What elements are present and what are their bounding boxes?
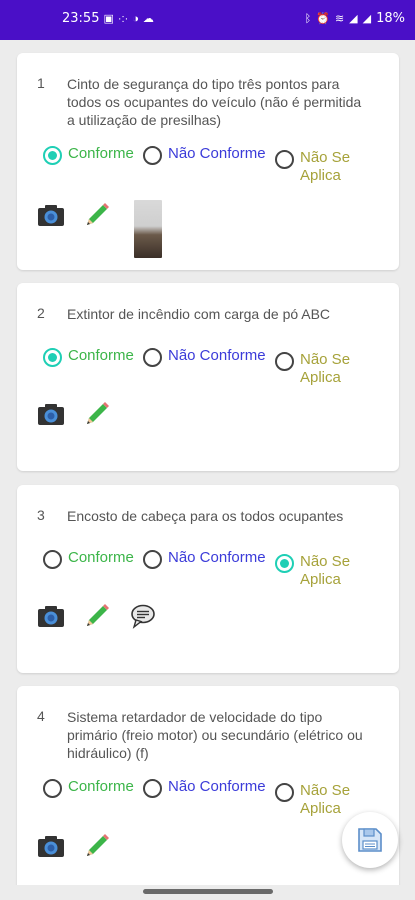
- cloud-icon: ☁: [142, 13, 154, 25]
- status-bar-right: ᛒ ⏰ ≋ ◢ ◢ 18%: [305, 12, 405, 26]
- option-label: Não Conforme: [168, 778, 266, 795]
- option-label: Conforme: [68, 145, 134, 162]
- option-label: Não Se Aplica: [300, 149, 351, 184]
- signal-icon: ◢: [349, 13, 358, 25]
- radio-nao-se-aplica[interactable]: [275, 352, 294, 371]
- option-nao-se-aplica[interactable]: Não Se Aplica: [275, 782, 360, 818]
- pencil-icon[interactable]: [83, 201, 111, 229]
- pencil-icon[interactable]: [83, 400, 111, 428]
- radio-conforme[interactable]: [43, 550, 62, 569]
- option-nao-conforme[interactable]: Não Conforme: [143, 549, 266, 569]
- comment-icon[interactable]: [129, 602, 157, 630]
- checklist[interactable]: 1 Cinto de segurança do tipo três pontos…: [0, 40, 415, 885]
- checklist-item: 3 Encosto de cabeça para os todos ocupan…: [17, 485, 399, 673]
- item-number: 2: [37, 305, 45, 321]
- pencil-icon[interactable]: [83, 832, 111, 860]
- radio-nao-conforme[interactable]: [143, 348, 162, 367]
- option-label: Não Se Aplica: [300, 782, 351, 817]
- bluetooth-icon: ᛒ: [304, 13, 312, 25]
- option-conforme[interactable]: Conforme: [43, 145, 134, 165]
- navigation-bar: [0, 885, 415, 900]
- radio-nao-se-aplica[interactable]: [275, 783, 294, 802]
- radio-nao-conforme[interactable]: [143, 146, 162, 165]
- camera-icon[interactable]: [37, 201, 65, 229]
- answer-options: Conforme Não Conforme Não Se Aplica: [43, 778, 383, 818]
- option-label: Conforme: [68, 347, 134, 364]
- alarm-icon: ⏰: [316, 13, 330, 25]
- checklist-item: 2 Extintor de incêndio com carga de pó A…: [17, 283, 399, 471]
- status-bar: 23:55 ▣ ·:· ◑ ☁ ᛒ ⏰ ≋ ◢ ◢ 18%: [0, 0, 415, 40]
- option-conforme[interactable]: Conforme: [43, 778, 134, 798]
- checklist-item: 4 Sistema retardador de velocidade do ti…: [17, 686, 399, 885]
- option-nao-se-aplica[interactable]: Não Se Aplica: [275, 149, 360, 185]
- radio-nao-conforme[interactable]: [143, 779, 162, 798]
- option-conforme[interactable]: Conforme: [43, 549, 134, 569]
- camera-icon[interactable]: [37, 832, 65, 860]
- radio-conforme[interactable]: [43, 779, 62, 798]
- status-time: 23:55: [62, 11, 100, 26]
- option-conforme[interactable]: Conforme: [43, 347, 134, 367]
- option-label: Não Conforme: [168, 145, 266, 162]
- battery-level: 18%: [376, 11, 405, 26]
- answer-options: Conforme Não Conforme Não Se Aplica: [43, 549, 383, 589]
- item-number: 3: [37, 507, 45, 523]
- item-actions: [37, 397, 111, 431]
- option-nao-se-aplica[interactable]: Não Se Aplica: [275, 351, 360, 387]
- option-nao-conforme[interactable]: Não Conforme: [143, 778, 266, 798]
- item-question: Sistema retardador de velocidade do tipo…: [67, 709, 363, 761]
- option-nao-conforme[interactable]: Não Conforme: [143, 347, 266, 367]
- answer-options: Conforme Não Conforme Não Se Aplica: [43, 347, 383, 387]
- option-label: Conforme: [68, 778, 134, 795]
- item-question: Extintor de incêndio com carga de pó ABC: [67, 306, 331, 322]
- dots-icon: ·:·: [117, 13, 129, 25]
- pencil-icon[interactable]: [83, 602, 111, 630]
- camera-icon[interactable]: [37, 602, 65, 630]
- item-question: Cinto de segurança do tipo três pontos p…: [67, 76, 362, 128]
- signal-icon: ◢: [362, 13, 372, 25]
- option-label: Não Conforme: [168, 549, 266, 566]
- radio-conforme[interactable]: [43, 348, 62, 367]
- photo-thumbnail[interactable]: [134, 200, 162, 258]
- radio-conforme[interactable]: [43, 146, 62, 165]
- inbox-icon: ▣: [103, 13, 114, 25]
- option-label: Não Conforme: [168, 347, 266, 364]
- wifi-icon: ≋: [334, 13, 345, 25]
- radio-nao-se-aplica[interactable]: [275, 150, 294, 169]
- option-label: Não Se Aplica: [300, 553, 351, 588]
- item-number: 4: [37, 708, 45, 724]
- option-label: Não Se Aplica: [300, 351, 351, 386]
- save-button[interactable]: [342, 812, 398, 868]
- item-actions: [37, 198, 111, 232]
- answer-options: Conforme Não Conforme Não Se Aplica: [43, 145, 383, 185]
- option-nao-conforme[interactable]: Não Conforme: [143, 145, 266, 165]
- option-nao-se-aplica[interactable]: Não Se Aplica: [275, 553, 360, 589]
- camera-icon[interactable]: [37, 400, 65, 428]
- status-bar-left: 23:55 ▣ ·:· ◑ ☁: [62, 12, 154, 26]
- radio-nao-se-aplica[interactable]: [275, 554, 294, 573]
- radio-nao-conforme[interactable]: [143, 550, 162, 569]
- save-icon: [358, 828, 382, 852]
- item-actions: [37, 829, 111, 863]
- item-number: 1: [37, 75, 45, 91]
- item-actions: [37, 599, 157, 633]
- sync-icon: ◑: [132, 13, 139, 25]
- option-label: Conforme: [68, 549, 134, 566]
- home-gesture-handle[interactable]: [143, 889, 273, 894]
- item-question: Encosto de cabeça para os todos ocupante…: [67, 508, 344, 524]
- checklist-item: 1 Cinto de segurança do tipo três pontos…: [17, 53, 399, 270]
